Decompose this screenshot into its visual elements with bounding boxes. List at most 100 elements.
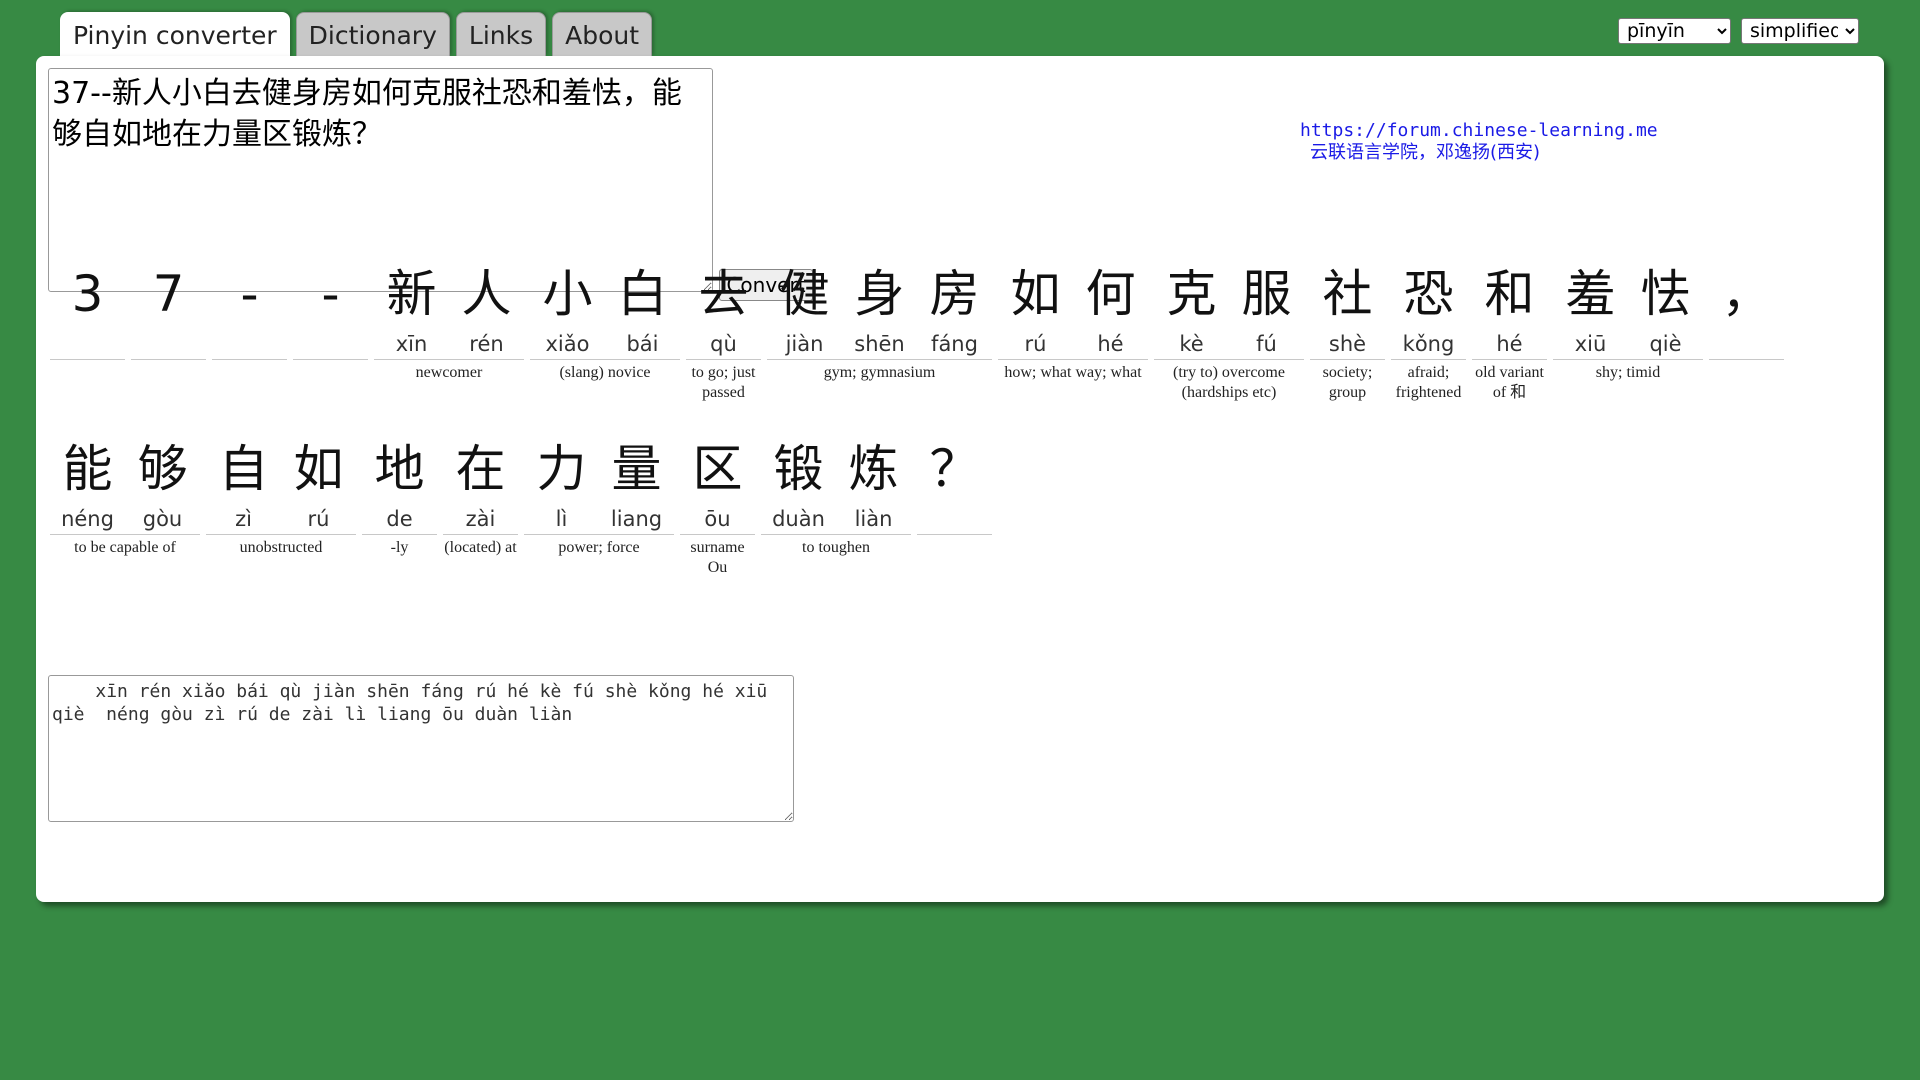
character-cell[interactable]: 羞 xiū xyxy=(1553,259,1628,359)
word-gloss xyxy=(212,360,287,363)
word-gloss xyxy=(50,360,125,363)
pinyin-syllable: gòu xyxy=(142,507,183,531)
character-cell[interactable]: 力 lì xyxy=(524,434,599,534)
hanzi-char: 健 xyxy=(779,265,830,323)
character-cell[interactable]: 克 kè xyxy=(1154,259,1229,359)
character-cell[interactable]: 在 zài xyxy=(443,434,518,534)
character-cell[interactable]: 怯 qiè xyxy=(1628,259,1703,359)
word-group: 新 xīn 人 rén newcomer xyxy=(374,259,524,403)
word-gloss: power; force xyxy=(558,539,640,556)
hanzi-char: 房 xyxy=(929,265,980,323)
pinyin-syllable: bái xyxy=(626,332,659,356)
word-gloss: to be capable of xyxy=(74,539,176,556)
character-cell[interactable]: 人 rén xyxy=(449,259,524,359)
character-variant-select[interactable]: simplified xyxy=(1741,18,1859,44)
character-cell[interactable]: 3 xyxy=(50,259,125,359)
pinyin-syllable: liàn xyxy=(854,507,893,531)
word-group: 力 lì 量 liang power; force xyxy=(524,434,674,578)
forum-link[interactable]: https://forum.chinese-learning.me xyxy=(1300,120,1658,142)
word-gloss xyxy=(293,360,368,363)
character-cell[interactable]: 新 xīn xyxy=(374,259,449,359)
hanzi-char: 人 xyxy=(461,265,512,323)
hanzi-char: 恐 xyxy=(1403,265,1454,323)
pinyin-syllable: kè xyxy=(1179,332,1204,356)
character-cell[interactable]: 和 hé xyxy=(1472,259,1547,359)
word-characters: 力 lì 量 liang xyxy=(524,434,674,535)
word-group: 恐 kǒng afraid; frightened xyxy=(1391,259,1466,403)
character-cell[interactable]: ？ xyxy=(917,434,992,534)
hanzi-char: 力 xyxy=(536,440,587,498)
pinyin-syllable: shēn xyxy=(854,332,905,356)
pinyin-syllable: zì xyxy=(235,507,252,531)
character-cell[interactable]: 如 rú xyxy=(281,434,356,534)
pinyin-syllable: qù xyxy=(710,332,737,356)
character-cell[interactable]: 去 qù xyxy=(686,259,761,359)
word-characters: ， xyxy=(1709,259,1784,360)
character-cell[interactable]: 能 néng xyxy=(50,434,125,534)
character-cell[interactable]: 身 shēn xyxy=(842,259,917,359)
hanzi-char: 小 xyxy=(542,265,593,323)
character-cell[interactable]: 如 rú xyxy=(998,259,1073,359)
character-cell[interactable]: 白 bái xyxy=(605,259,680,359)
romanization-select[interactable]: pīnyīn xyxy=(1618,18,1731,44)
tab-links[interactable]: Links xyxy=(455,12,547,56)
word-gloss: gym; gymnasium xyxy=(823,364,936,381)
character-cell[interactable]: 小 xiǎo xyxy=(530,259,605,359)
word-gloss: -ly xyxy=(390,539,409,556)
hanzi-char: 去 xyxy=(698,265,749,323)
word-characters: 健 jiàn 身 shēn 房 fáng xyxy=(767,259,992,360)
word-group: 和 hé old variant of 和 xyxy=(1472,259,1547,403)
pinyin-syllable xyxy=(50,329,125,359)
word-characters: 在 zài xyxy=(443,434,518,535)
tab-pinyin-converter[interactable]: Pinyin converter xyxy=(60,12,290,58)
character-cell[interactable]: 量 liang xyxy=(599,434,674,534)
word-group: 7 xyxy=(131,259,206,403)
pinyin-syllable: rén xyxy=(469,332,504,356)
word-group: - xyxy=(212,259,287,403)
hanzi-char: 能 xyxy=(62,440,113,498)
character-cell[interactable]: - xyxy=(212,259,287,359)
character-cell[interactable]: 够 gòu xyxy=(125,434,200,534)
pinyin-syllable xyxy=(131,329,206,359)
word-group: 社 shè society; group xyxy=(1310,259,1385,403)
character-cell[interactable]: 自 zì xyxy=(206,434,281,534)
word-characters: 7 xyxy=(131,259,206,360)
hanzi-char: 如 xyxy=(1010,265,1061,323)
word-group: 羞 xiū 怯 qiè shy; timid xyxy=(1553,259,1703,403)
word-characters: 羞 xiū 怯 qiè xyxy=(1553,259,1703,360)
character-cell[interactable]: 炼 liàn xyxy=(836,434,911,534)
character-cell[interactable]: 健 jiàn xyxy=(767,259,842,359)
character-cell[interactable]: 房 fáng xyxy=(917,259,992,359)
hanzi-char: 身 xyxy=(854,265,905,323)
pinyin-output-textarea[interactable]: xīn rén xiǎo bái qù jiàn shēn fáng rú hé… xyxy=(48,675,794,822)
word-characters: - xyxy=(293,259,368,360)
tab-dictionary[interactable]: Dictionary xyxy=(295,12,450,56)
hanzi-char: 够 xyxy=(137,440,188,498)
word-characters: 去 qù xyxy=(686,259,761,360)
character-cell[interactable]: - xyxy=(293,259,368,359)
hanzi-char: 炼 xyxy=(848,440,899,498)
tab-bar: Pinyin converter Dictionary Links About xyxy=(60,12,653,58)
hanzi-char: 克 xyxy=(1166,265,1217,323)
character-cell[interactable]: 锻 duàn xyxy=(761,434,836,534)
character-cell[interactable]: 恐 kǒng xyxy=(1391,259,1466,359)
character-cell[interactable]: 何 hé xyxy=(1073,259,1148,359)
hanzi-char: 自 xyxy=(218,440,269,498)
character-cell[interactable]: 地 de xyxy=(362,434,437,534)
pinyin-syllable xyxy=(917,504,992,534)
character-cell[interactable]: 区 ōu xyxy=(680,434,755,534)
pinyin-syllable xyxy=(293,329,368,359)
word-gloss: old variant of 和 xyxy=(1475,364,1544,401)
hanzi-char: 3 xyxy=(71,265,104,323)
character-cell[interactable]: 7 xyxy=(131,259,206,359)
word-group: 克 kè 服 fú (try to) overcome (hardships etc) xyxy=(1154,259,1304,403)
tab-about[interactable]: About xyxy=(552,12,653,56)
hanzi-char: 7 xyxy=(152,265,185,323)
word-group: 区 ōu surname Ou xyxy=(680,434,755,578)
word-gloss: (try to) overcome (hardships etc) xyxy=(1173,364,1285,401)
character-cell[interactable]: 服 fú xyxy=(1229,259,1304,359)
word-gloss: to toughen xyxy=(802,539,870,556)
character-cell[interactable]: 社 shè xyxy=(1310,259,1385,359)
word-characters: 3 xyxy=(50,259,125,360)
character-cell[interactable]: ， xyxy=(1709,259,1784,359)
